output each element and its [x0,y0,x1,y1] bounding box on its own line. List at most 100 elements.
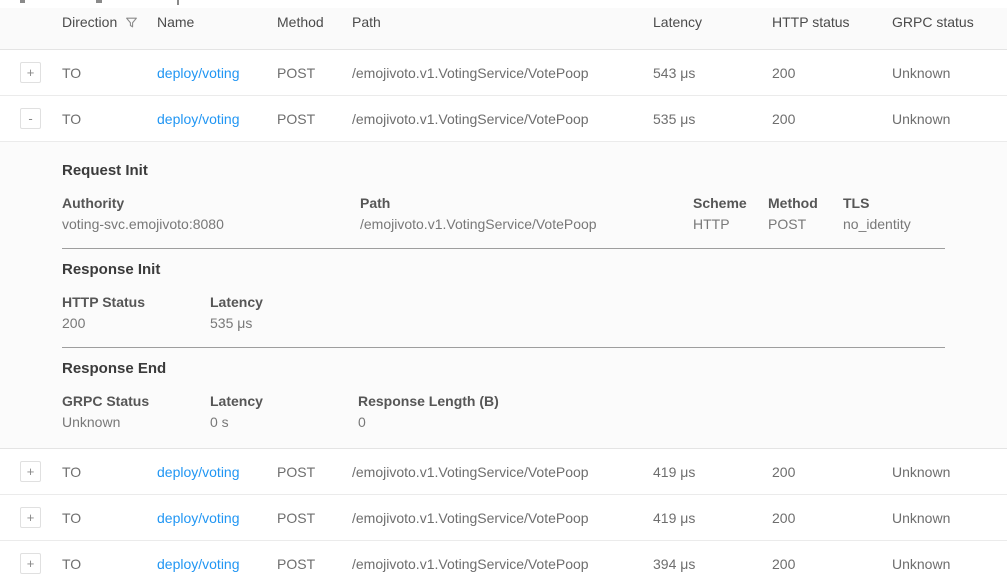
table-row: + TO deploy/voting POST /emojivoto.v1.Vo… [0,50,1007,96]
grpc-status-cell: Unknown [892,556,1007,572]
direction-cell: TO [62,510,157,526]
column-header-http-status: HTTP status [772,14,892,30]
table-header-row: Direction Name Method Path Latency HTTP … [0,8,1007,50]
resource-link[interactable]: deploy/voting [157,65,240,81]
name-cell: deploy/voting [157,510,277,526]
table-row: + TO deploy/voting POST /emojivoto.v1.Vo… [0,449,1007,495]
grpc-status-cell: Unknown [892,510,1007,526]
field-value: 200 [62,315,210,331]
response-end-section: Response End GRPC Status Unknown Latency… [62,360,945,438]
field-label: TLS [843,195,945,211]
response-length-field: Response Length (B) 0 [358,393,945,430]
response-init-section: Response Init HTTP Status 200 Latency 53… [62,261,945,348]
latency-cell: 394 μs [653,556,772,572]
latency-cell: 543 μs [653,65,772,81]
path-cell: /emojivoto.v1.VotingService/VotePoop [352,111,653,127]
table-row: + TO deploy/voting POST /emojivoto.v1.Vo… [0,495,1007,541]
column-header-name: Name [157,14,277,30]
collapse-row-button[interactable]: - [20,108,41,129]
field-label: HTTP Status [62,294,210,310]
filter-icon[interactable] [125,16,138,29]
http-status-cell: 200 [772,556,892,572]
column-header-method: Method [277,14,352,30]
tls-field: TLS no_identity [843,195,945,232]
section-title: Request Init [62,162,945,179]
section-title: Response End [62,360,945,377]
field-label: Response Length (B) [358,393,945,409]
method-cell: POST [277,510,352,526]
expand-row-button[interactable]: + [20,507,41,528]
method-cell: POST [277,65,352,81]
method-cell: POST [277,111,352,127]
path-field: Path /emojivoto.v1.VotingService/VotePoo… [360,195,693,232]
http-status-cell: 200 [772,111,892,127]
resource-link[interactable]: deploy/voting [157,464,240,480]
direction-cell: TO [62,556,157,572]
field-label: GRPC Status [62,393,210,409]
latency-cell: 419 μs [653,464,772,480]
expander-cell: - [0,108,62,129]
resource-link[interactable]: deploy/voting [157,556,240,572]
expander-cell: + [0,461,62,482]
tap-table: Direction Name Method Path Latency HTTP … [0,0,1007,586]
field-value: /emojivoto.v1.VotingService/VotePoop [360,216,693,232]
scheme-field: Scheme HTTP [693,195,768,232]
name-cell: deploy/voting [157,111,277,127]
row-detail-panel: Request Init Authority voting-svc.emojiv… [0,142,1007,449]
table-row: - TO deploy/voting POST /emojivoto.v1.Vo… [0,96,1007,142]
column-header-direction: Direction [62,14,157,30]
http-status-cell: 200 [772,510,892,526]
field-label: Latency [210,294,945,310]
method-cell: POST [277,464,352,480]
field-value: 0 s [210,414,358,430]
field-value: voting-svc.emojivoto:8080 [62,216,360,232]
field-value: 0 [358,414,945,430]
http-status-field: HTTP Status 200 [62,294,210,331]
grpc-status-cell: Unknown [892,65,1007,81]
field-label: Path [360,195,693,211]
latency-cell: 419 μs [653,510,772,526]
field-label: Method [768,195,843,211]
name-cell: deploy/voting [157,65,277,81]
field-value: HTTP [693,216,768,232]
latency-cell: 535 μs [653,111,772,127]
clipped-row-remnant [0,0,1007,8]
table-row: + TO deploy/voting POST /emojivoto.v1.Vo… [0,541,1007,586]
method-field: Method POST [768,195,843,232]
column-header-label: Direction [62,14,117,30]
http-status-cell: 200 [772,65,892,81]
resource-link[interactable]: deploy/voting [157,510,240,526]
expander-cell: + [0,507,62,528]
path-cell: /emojivoto.v1.VotingService/VotePoop [352,556,653,572]
latency-field: Latency 0 s [210,393,358,430]
method-cell: POST [277,556,352,572]
latency-field: Latency 535 μs [210,294,945,331]
field-value: POST [768,216,843,232]
expand-row-button[interactable]: + [20,461,41,482]
section-title: Response Init [62,261,945,278]
grpc-status-cell: Unknown [892,111,1007,127]
expander-cell: + [0,553,62,574]
grpc-status-cell: Unknown [892,464,1007,480]
field-label: Latency [210,393,358,409]
field-label: Scheme [693,195,768,211]
path-cell: /emojivoto.v1.VotingService/VotePoop [352,65,653,81]
name-cell: deploy/voting [157,464,277,480]
column-header-grpc-status: GRPC status [892,14,1007,30]
name-cell: deploy/voting [157,556,277,572]
column-header-path: Path [352,14,653,30]
field-value: Unknown [62,414,210,430]
expand-row-button[interactable]: + [20,62,41,83]
direction-cell: TO [62,464,157,480]
expander-cell: + [0,62,62,83]
expand-row-button[interactable]: + [20,553,41,574]
direction-cell: TO [62,111,157,127]
resource-link[interactable]: deploy/voting [157,111,240,127]
http-status-cell: 200 [772,464,892,480]
path-cell: /emojivoto.v1.VotingService/VotePoop [352,510,653,526]
grpc-status-field: GRPC Status Unknown [62,393,210,430]
path-cell: /emojivoto.v1.VotingService/VotePoop [352,464,653,480]
authority-field: Authority voting-svc.emojivoto:8080 [62,195,360,232]
field-value: 535 μs [210,315,945,331]
field-label: Authority [62,195,360,211]
